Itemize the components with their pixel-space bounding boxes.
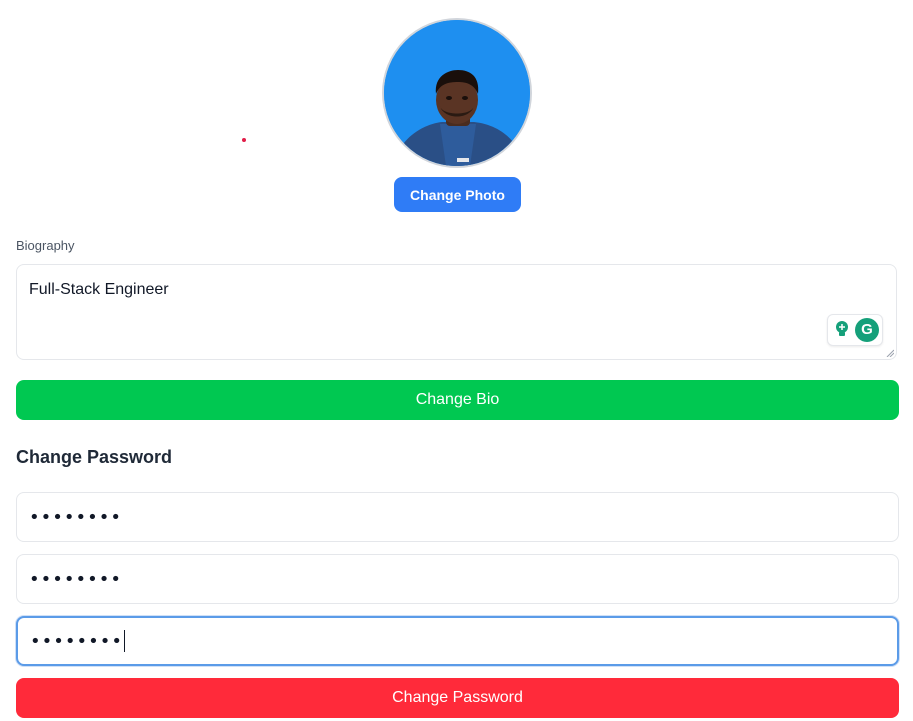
cursor-dot xyxy=(242,138,246,142)
avatar-photo xyxy=(384,20,530,166)
biography-text: Full-Stack Engineer xyxy=(29,281,169,298)
avatar xyxy=(382,18,532,168)
confirm-password-field[interactable]: •••••••• xyxy=(16,616,899,666)
current-password-field[interactable]: •••••••• xyxy=(16,492,899,542)
new-password-value: •••••••• xyxy=(29,568,122,590)
biography-textarea[interactable]: Full-Stack Engineer xyxy=(16,264,897,360)
text-caret xyxy=(123,630,125,652)
change-bio-button[interactable]: Change Bio xyxy=(16,380,899,420)
change-password-button[interactable]: Change Password xyxy=(16,678,899,718)
current-password-value: •••••••• xyxy=(29,506,122,528)
lightbulb-icon[interactable] xyxy=(833,320,851,338)
grammarly-g-icon[interactable]: G xyxy=(855,318,879,342)
change-photo-button[interactable]: Change Photo xyxy=(394,177,521,212)
change-password-heading: Change Password xyxy=(16,447,173,467)
resize-grip-icon[interactable] xyxy=(886,349,894,357)
grammarly-widget[interactable]: G xyxy=(827,314,883,346)
new-password-field[interactable]: •••••••• xyxy=(16,554,899,604)
confirm-password-value: •••••••• xyxy=(30,630,123,652)
biography-label: Biography xyxy=(16,238,75,253)
